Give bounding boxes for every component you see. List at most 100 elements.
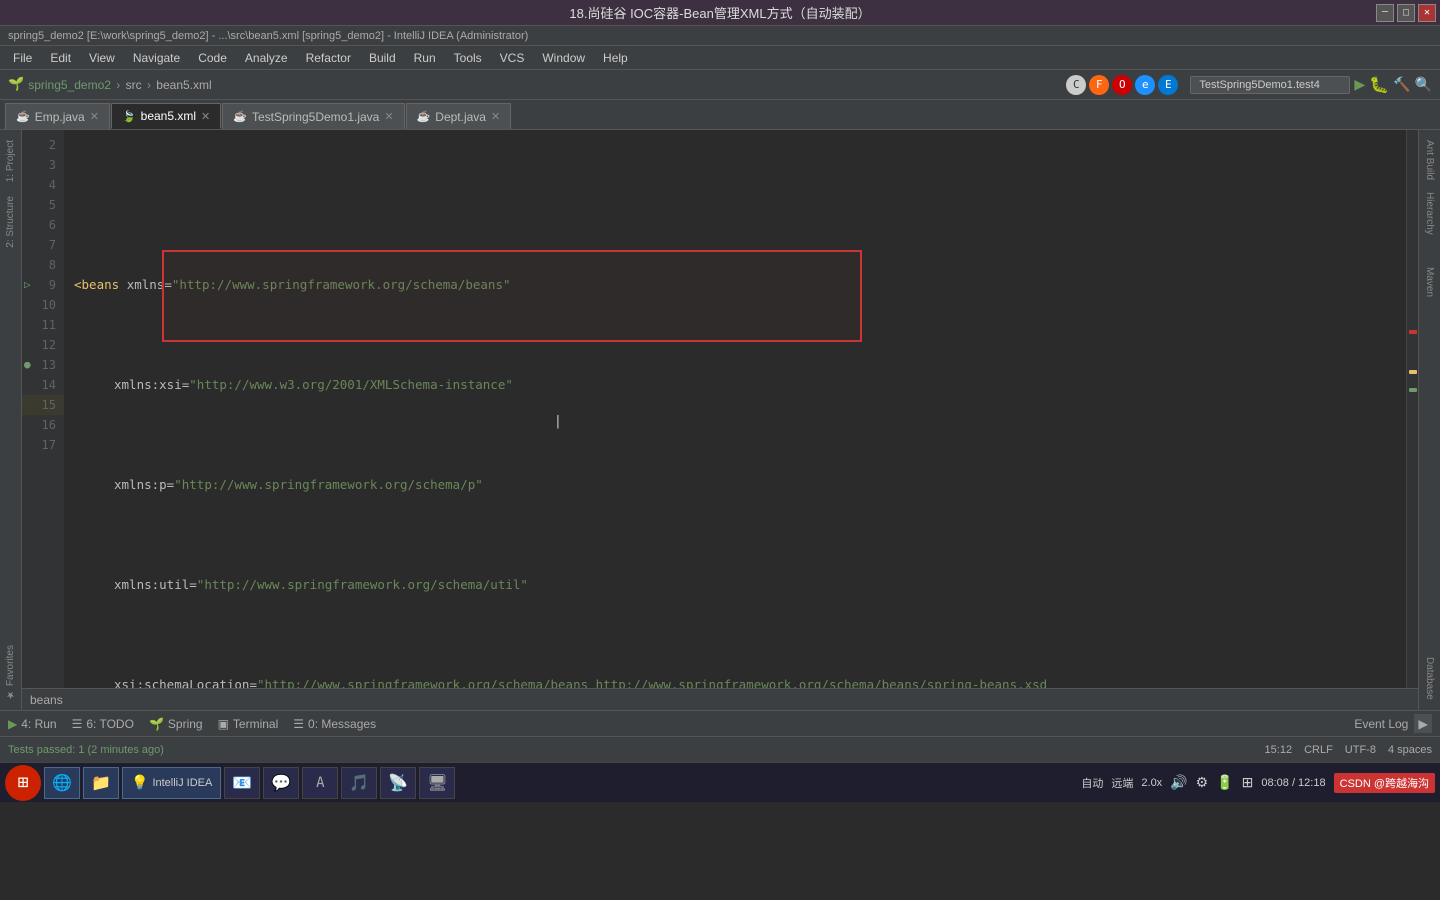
spring-tab[interactable]: 🌱 Spring [149,717,203,731]
tab-dept-label: Dept.java [435,110,486,124]
taskbar-icon-1[interactable]: 📧 [224,767,260,799]
firefox-icon[interactable]: F [1089,75,1109,95]
status-beans-text: beans [30,693,63,707]
taskbar-icon-6[interactable]: 🖥 [419,767,455,799]
menu-navigate[interactable]: Navigate [125,49,188,67]
test-status: Tests passed: 1 (2 minutes ago) [8,744,164,756]
line-numbers: 2 3 4 5 6 7 8 9 ▷ 10 11 12 13 ● 14 1 [22,130,64,688]
sidebar-favorites-icon[interactable]: ★ Favorites [3,639,18,706]
menu-vcs[interactable]: VCS [492,49,533,67]
run-tab[interactable]: ▶ 4: Run [8,717,57,731]
left-sidebar: 1: Project 2: Structure ★ Favorites [0,130,22,710]
tab-emp-close[interactable]: ✕ [90,110,99,123]
todo-tab[interactable]: ☰ 6: TODO [72,717,134,731]
terminal-icon: ▣ [218,717,229,731]
build-button[interactable]: 🔨 [1393,77,1410,93]
taskbar-icon-5[interactable]: 📡 [380,767,416,799]
indent-indicator: 4 spaces [1388,744,1432,756]
terminal-tab[interactable]: ▣ Terminal [218,717,279,731]
current-file[interactable]: bean5.xml [156,78,211,92]
spring-label: Spring [168,717,203,731]
messages-label: 0: Messages [308,717,376,731]
code-content[interactable]: <beans xmlns="http://www.springframework… [64,130,1406,688]
tab-bean5-close[interactable]: ✕ [201,110,210,123]
ie-icon[interactable]: e [1135,75,1155,95]
search-everywhere-button[interactable]: 🔍 [1415,77,1432,93]
ant-build-icon[interactable]: Ant Build [1422,134,1437,186]
taskbar-battery-icon: 🔋 [1216,774,1233,791]
intellij-taskbar-label: IntelliJ IDEA [152,777,212,789]
taskbar-icon-2[interactable]: 💬 [263,767,299,799]
menu-tools[interactable]: Tools [446,49,490,67]
menu-refactor[interactable]: Refactor [298,49,359,67]
project-icon: 🌱 [8,77,24,92]
cursor-position: 15:12 [1265,744,1293,756]
right-gutter [1406,130,1418,688]
tab-dept-close[interactable]: ✕ [491,110,500,123]
tab-bean5-xml[interactable]: 🍃 bean5.xml ✕ [111,103,221,129]
taskbar-resize-icon[interactable]: ⊞ [1242,774,1254,791]
taskbar-icon-4[interactable]: 🎵 [341,767,377,799]
chrome-icon[interactable]: C [1066,75,1086,95]
taskbar-remote: 远端 [1111,775,1133,791]
status-bar: Tests passed: 1 (2 minutes ago) 15:12 CR… [0,736,1440,762]
code-line-4: xmlns:p="http://www.springframework.org/… [74,475,1406,495]
debug-button[interactable]: 🐛 [1369,75,1389,94]
code-status-text: beans [22,688,1418,710]
menu-view[interactable]: View [81,49,123,67]
tabs-bar: ☕ Emp.java ✕ 🍃 bean5.xml ✕ ☕ TestSpring5… [0,100,1440,130]
minimize-button[interactable]: ─ [1376,4,1394,22]
code-editor-area: 2 3 4 5 6 7 8 9 ▷ 10 11 12 13 ● 14 1 [22,130,1418,710]
database-icon[interactable]: Database [1422,651,1437,706]
test-java-icon: ☕ [233,110,247,123]
tab-emp-label: Emp.java [35,110,85,124]
tab-emp-java[interactable]: ☕ Emp.java ✕ [5,103,110,129]
taskbar-settings-icon[interactable]: ⚙ [1196,774,1209,791]
taskbar-intellij[interactable]: 💡 IntelliJ IDEA [122,767,221,799]
edge-icon[interactable]: E [1158,75,1178,95]
right-sidebar: Ant Build Hierarchy Maven Database [1418,130,1440,710]
tab-testspring-close[interactable]: ✕ [384,110,393,123]
run-button[interactable]: ▶ [1354,74,1365,95]
messages-tab[interactable]: ☰ 0: Messages [293,717,376,731]
intellij-taskbar-icon: 💡 [131,774,148,791]
tab-testspring-java[interactable]: ☕ TestSpring5Demo1.java ✕ [222,103,404,129]
start-button[interactable]: ⊞ [5,765,41,801]
sidebar-project-icon[interactable]: 1: Project [3,134,18,188]
src-folder[interactable]: src [126,78,142,92]
menu-analyze[interactable]: Analyze [237,49,296,67]
terminal-label: Terminal [233,717,278,731]
tab-bean5-label: bean5.xml [141,109,196,123]
menu-window[interactable]: Window [534,49,593,67]
maximize-button[interactable]: □ [1397,4,1415,22]
opera-icon[interactable]: O [1112,75,1132,95]
taskbar-icon-3[interactable]: A [302,767,338,799]
maven-icon[interactable]: Maven [1422,261,1437,303]
sidebar-structure-icon[interactable]: 2: Structure [3,190,18,254]
csdn-badge: CSDN @跨越海沟 [1334,773,1435,793]
taskbar-clock: 08:08 / 12:18 [1261,777,1325,789]
menu-edit[interactable]: Edit [42,49,79,67]
breadcrumb: spring5_demo2 › src › bean5.xml [28,78,211,92]
comment-annotation-box [162,250,862,342]
hierarchy-icon[interactable]: Hierarchy [1422,186,1437,241]
expand-panel-button[interactable]: ▶ [1414,714,1432,733]
event-log-button[interactable]: Event Log [1354,717,1408,731]
taskbar-volume-icon[interactable]: 🔊 [1170,774,1187,791]
menu-build[interactable]: Build [361,49,404,67]
menu-help[interactable]: Help [595,49,636,67]
dept-java-icon: ☕ [417,110,431,123]
taskbar-file-explorer[interactable]: 📁 [83,767,119,799]
project-name[interactable]: spring5_demo2 [28,78,111,92]
run-config-dropdown[interactable] [1190,76,1350,94]
taskbar-auto: 自动 [1081,775,1103,791]
taskbar-browser[interactable]: 🌐 [44,767,80,799]
messages-icon: ☰ [293,717,304,731]
code-line-5: xmlns:util="http://www.springframework.o… [74,575,1406,595]
menu-code[interactable]: Code [190,49,235,67]
tab-dept-java[interactable]: ☕ Dept.java ✕ [406,103,512,129]
menu-run[interactable]: Run [406,49,444,67]
line-separator: CRLF [1304,744,1333,756]
close-button[interactable]: ✕ [1418,4,1436,22]
menu-file[interactable]: File [5,49,40,67]
